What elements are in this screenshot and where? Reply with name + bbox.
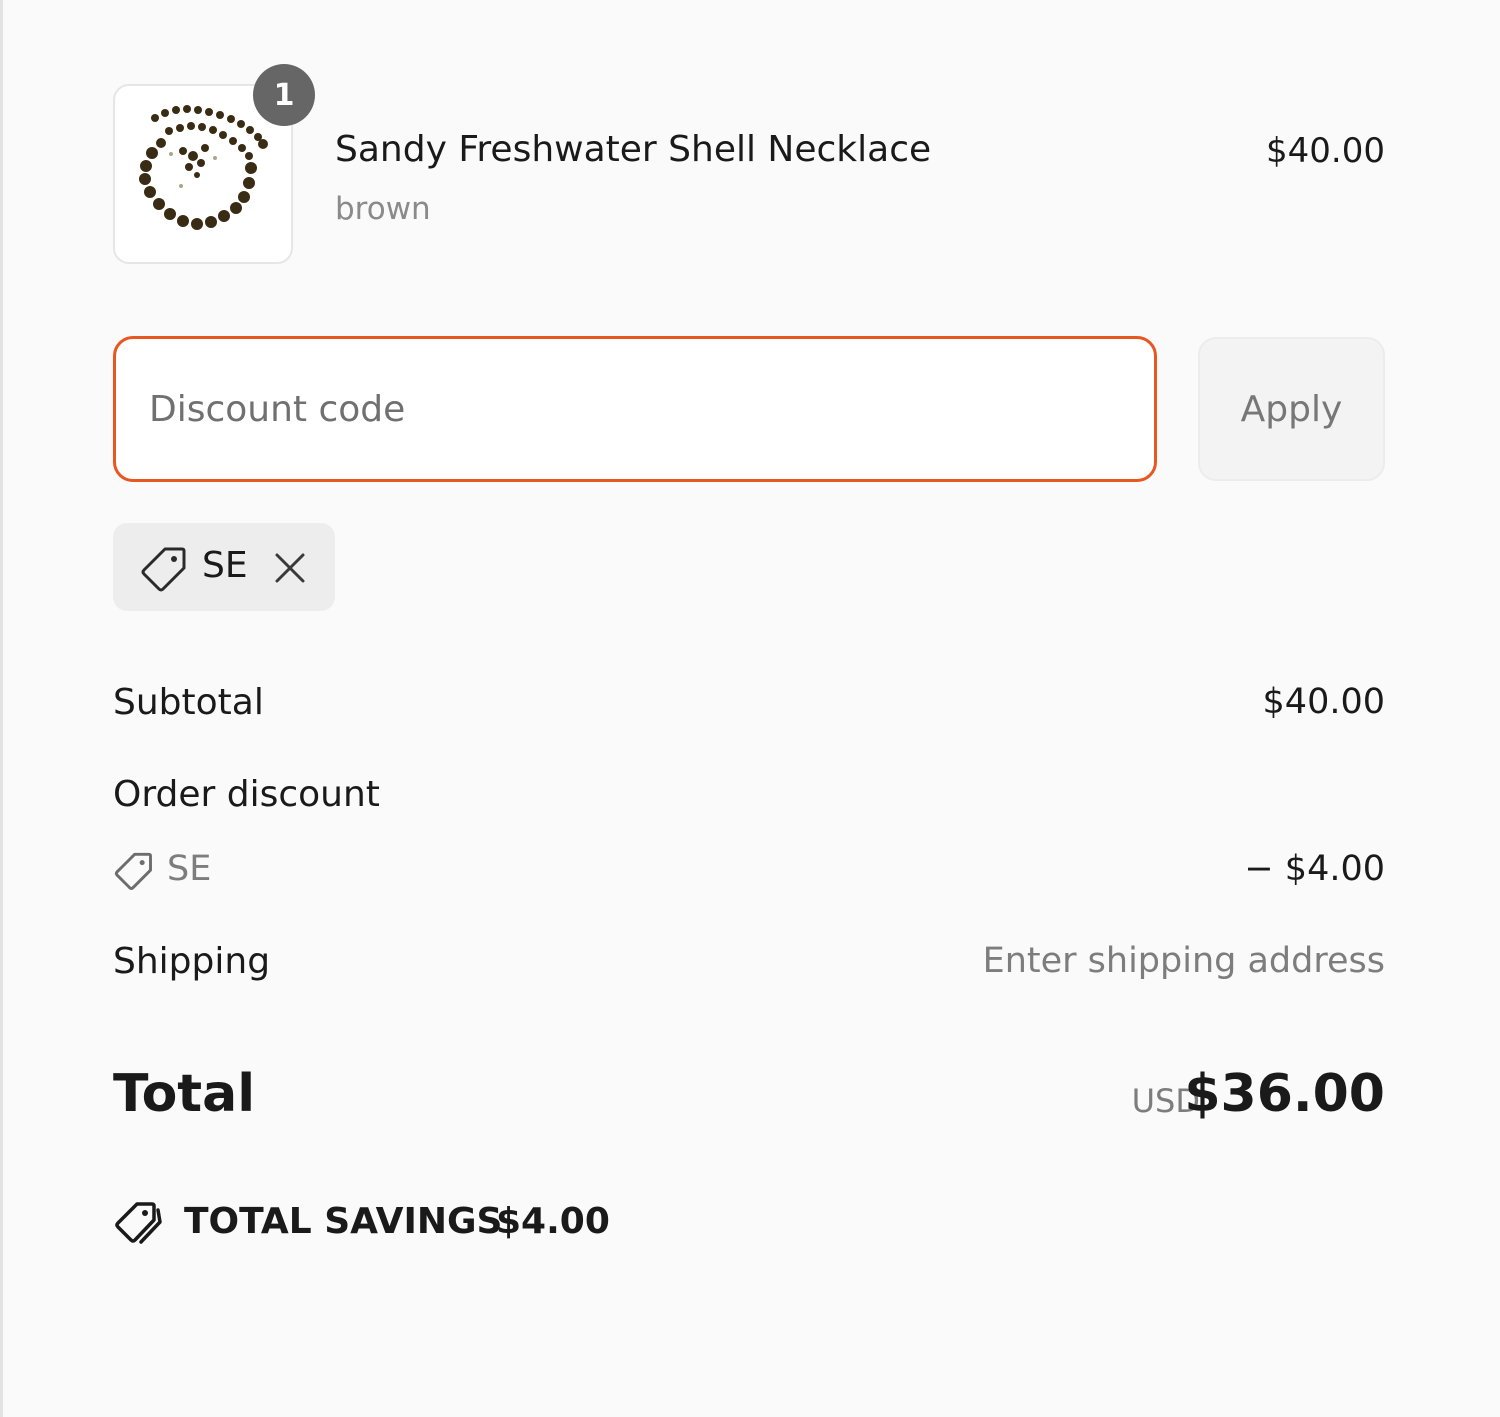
panel-divider bbox=[0, 0, 3, 1417]
total-savings-value: $4.00 bbox=[496, 1201, 610, 1242]
total-label: Total bbox=[113, 1064, 256, 1124]
savings-tag-icon bbox=[113, 1200, 165, 1250]
remove-discount-icon[interactable] bbox=[273, 551, 307, 589]
order-discount-label: Order discount bbox=[113, 774, 380, 815]
total-savings-label: TOTAL SAVINGS bbox=[184, 1201, 503, 1242]
discount-code-input[interactable] bbox=[113, 336, 1157, 482]
necklace-image bbox=[139, 105, 268, 230]
order-summary: 1 Sandy Freshwater Shell Necklace brown … bbox=[113, 0, 1385, 1417]
total-value: $36.00 bbox=[1184, 1064, 1385, 1124]
applied-code-label: SE bbox=[202, 545, 248, 586]
apply-discount-button[interactable]: Apply bbox=[1198, 337, 1385, 481]
tag-icon bbox=[139, 545, 187, 597]
quantity-badge: 1 bbox=[253, 64, 315, 126]
product-price: $40.00 bbox=[1266, 131, 1385, 171]
shipping-value: Enter shipping address bbox=[982, 941, 1385, 981]
cart-line-item: 1 Sandy Freshwater Shell Necklace brown … bbox=[113, 64, 1385, 267]
product-variant: brown bbox=[335, 191, 431, 227]
shipping-label: Shipping bbox=[113, 941, 271, 982]
subtotal-label: Subtotal bbox=[113, 682, 264, 723]
order-discount-value: − $4.00 bbox=[1244, 849, 1385, 889]
order-discount-code: SE bbox=[167, 849, 212, 889]
subtotal-value: $40.00 bbox=[1262, 682, 1385, 722]
applied-discount-chip: SE bbox=[113, 523, 335, 611]
product-name: Sandy Freshwater Shell Necklace bbox=[335, 129, 932, 170]
tag-icon bbox=[113, 851, 153, 895]
